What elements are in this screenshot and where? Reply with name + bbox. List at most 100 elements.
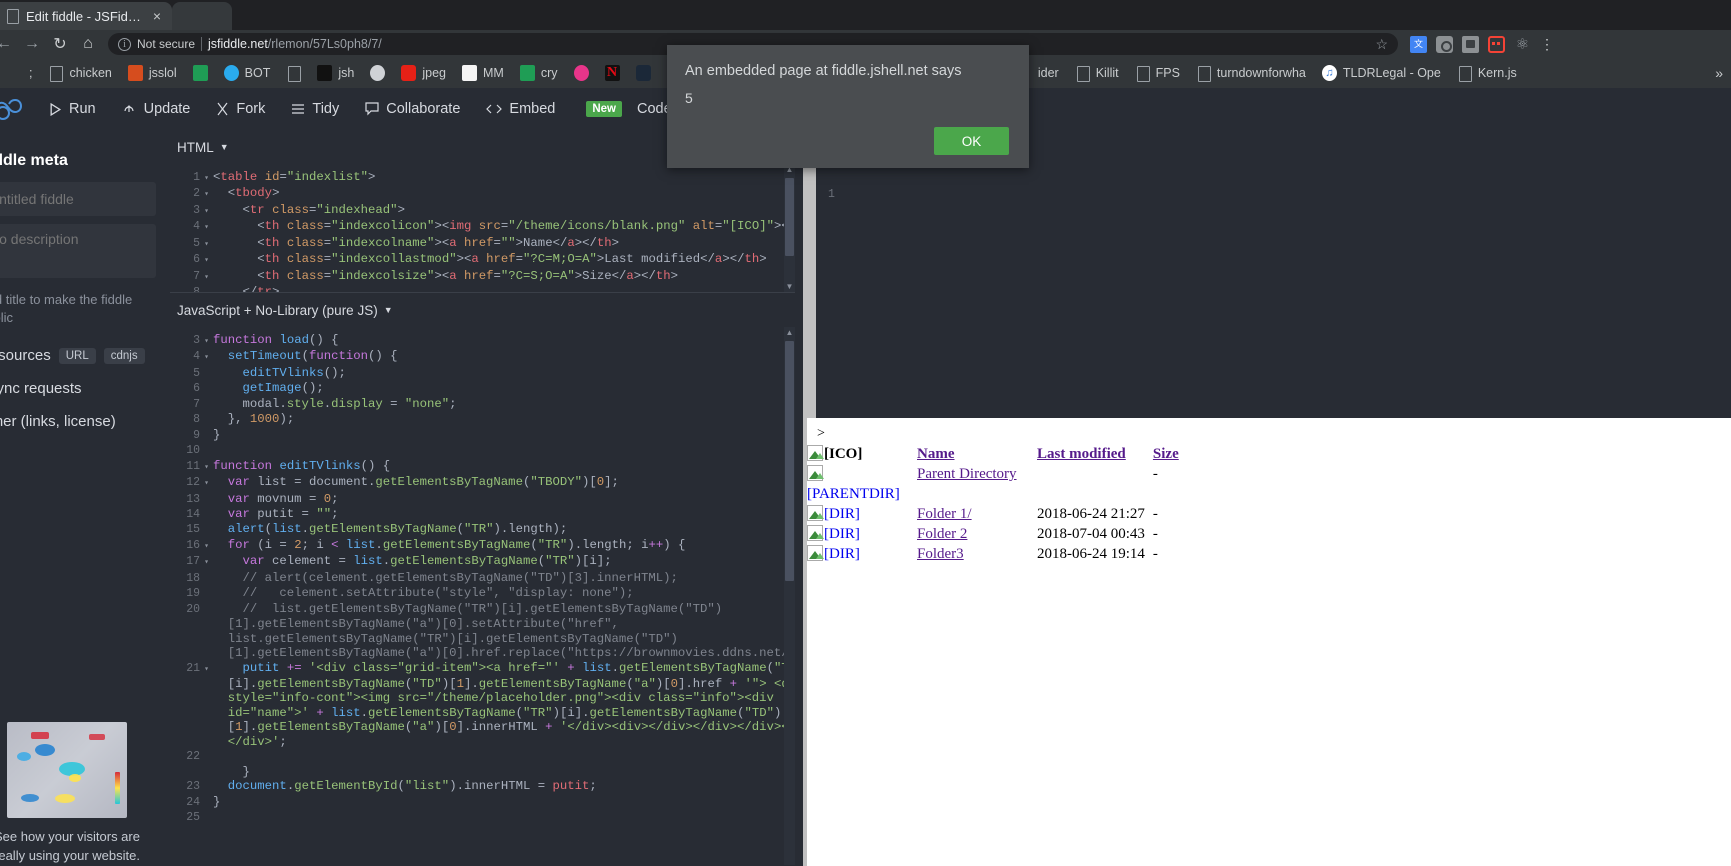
run-button[interactable]: Run — [36, 88, 109, 130]
result-iframe[interactable]: > [ICO] Name Last modified Size [PARENTDIR] P… — [807, 418, 1731, 866]
bookmark-item[interactable]: Killit — [1067, 62, 1127, 84]
fold-arrow-icon[interactable]: ▾ — [200, 221, 213, 235]
column-header-name[interactable]: Name — [917, 444, 1037, 464]
js-editor[interactable]: 3 ▾ function load() {4 ▾ setTimeout(functio… — [170, 327, 795, 865]
reload-icon[interactable]: ↻ — [46, 30, 74, 58]
new-tab-button[interactable] — [172, 2, 232, 30]
screenshot-icon[interactable] — [1462, 35, 1479, 53]
directory-link[interactable]: Parent Directory — [917, 466, 1017, 482]
code-token: + — [316, 705, 324, 720]
react-devtools-icon[interactable]: ⚛ — [1514, 36, 1531, 53]
scroll-down-icon[interactable]: ▼ — [784, 281, 795, 292]
bookmark-star-icon[interactable]: ☆ — [1375, 36, 1388, 53]
html-code[interactable]: 1 ▾ <table id="indexlist"> 2 ▾ <tbody> 3 ▾ <tr… — [170, 164, 795, 292]
ok-button[interactable]: OK — [934, 127, 1009, 155]
bookmark-item[interactable]: BOT — [216, 62, 279, 84]
bookmark-item[interactable]: ♫ TLDRLegal - Ope — [1314, 62, 1449, 84]
fold-arrow-icon[interactable]: ▾ — [200, 172, 213, 186]
column-header-last-modified[interactable]: Last modified — [1037, 444, 1153, 464]
bookmark-item[interactable] — [628, 62, 659, 84]
fiddle-title-input[interactable] — [0, 182, 156, 216]
directory-link[interactable]: Folder3 — [917, 546, 964, 562]
column-header-size[interactable]: Size — [1153, 444, 1187, 464]
bookmark-item[interactable]: MM — [454, 62, 512, 84]
info-icon[interactable]: i — [118, 37, 131, 51]
fold-arrow-icon[interactable]: ▾ — [200, 188, 213, 202]
bookmark-item[interactable]: chicken — [40, 62, 119, 84]
fold-arrow-icon[interactable]: ▾ — [200, 477, 213, 491]
js-scroll-thumb[interactable] — [785, 341, 794, 581]
bookmark-item[interactable] — [362, 62, 393, 84]
fold-arrow-icon[interactable]: ▾ — [200, 238, 213, 252]
fold-arrow-icon[interactable]: ▾ — [200, 335, 213, 349]
google-translate-icon[interactable] — [1410, 35, 1427, 53]
sidebar-item-resources[interactable]: Resources URL cdnjs — [0, 347, 156, 364]
fiddle-description-input[interactable] — [0, 224, 156, 278]
bookmark-item[interactable]: N — [597, 62, 628, 84]
bookmark-item[interactable]: Kern.js — [1449, 62, 1525, 84]
resource-pill-url[interactable]: URL — [58, 347, 96, 364]
browser-tab[interactable]: Edit fiddle - JSFiddle × — [0, 2, 172, 30]
forward-icon[interactable]: → — [18, 30, 46, 58]
bookmark-item[interactable]: ; — [0, 62, 40, 84]
back-icon[interactable]: ← — [0, 30, 18, 58]
chevron-down-icon[interactable]: ▼ — [220, 142, 229, 152]
column-sort-link[interactable]: Last modified — [1037, 446, 1126, 462]
embed-button[interactable]: Embed — [473, 88, 568, 130]
bookmark-item[interactable]: FPS — [1127, 62, 1188, 84]
browser-menu-icon[interactable]: ⋮ — [1540, 36, 1554, 53]
carbon-ad[interactable]: See how your visitors are really using y… — [0, 722, 155, 866]
url-text: jsfiddle.net/rlemon/57Ls0ph8/7/ — [208, 37, 382, 51]
close-icon[interactable]: × — [150, 7, 164, 25]
column-sort-link[interactable]: Name — [917, 446, 955, 462]
code-token: function — [213, 333, 273, 347]
sidebar-item-async[interactable]: Async requests — [0, 380, 156, 397]
code-token: + — [729, 676, 738, 691]
fold-arrow-icon[interactable]: ▾ — [200, 351, 213, 365]
tidy-button[interactable]: Tidy — [278, 88, 352, 130]
sidebar-item-other[interactable]: Other (links, license) — [0, 413, 156, 430]
fold-arrow-icon[interactable]: ▾ — [200, 663, 213, 677]
jsfiddle-logo[interactable] — [0, 88, 36, 130]
js-code[interactable]: 3 ▾ function load() {4 ▾ setTimeout(functio… — [170, 327, 795, 826]
fold-arrow-icon[interactable]: ▾ — [200, 556, 213, 570]
camera-icon[interactable] — [1436, 35, 1453, 53]
bookmark-item[interactable]: jpeg — [393, 62, 454, 84]
resource-pill-cdnjs[interactable]: cdnjs — [103, 347, 145, 364]
bookmark-item[interactable] — [566, 62, 597, 84]
bookmarks-overflow-icon[interactable]: » — [1715, 65, 1731, 81]
html-editor[interactable]: 1 ▾ <table id="indexlist"> 2 ▾ <tbody> 3 ▾ <tr… — [170, 164, 795, 292]
bookmark-item[interactable]: ider — [1030, 63, 1067, 83]
code-token: "a" — [412, 720, 435, 735]
bookmark-item[interactable]: turndownforwha — [1188, 62, 1314, 84]
scroll-up-icon[interactable]: ▲ — [784, 327, 795, 338]
home-icon[interactable]: ⌂ — [74, 30, 102, 58]
html-scroll-thumb[interactable] — [785, 178, 794, 256]
fold-arrow-icon[interactable]: ▾ — [200, 271, 213, 285]
fold-arrow-icon[interactable]: ▾ — [200, 461, 213, 475]
bookmark-item[interactable]: jsh — [309, 62, 362, 84]
fork-button[interactable]: Fork — [203, 88, 278, 130]
javascript-alert-dialog[interactable]: An embedded page at fiddle.jshell.net sa… — [667, 45, 1029, 168]
html-scrollbar[interactable]: ▲ ▼ — [784, 164, 795, 292]
js-scrollbar[interactable]: ▲ — [784, 327, 795, 865]
chevron-down-icon[interactable]: ▼ — [384, 305, 393, 315]
directory-link[interactable]: Folder 1/ — [917, 506, 972, 522]
collaborate-button[interactable]: Collaborate — [352, 88, 473, 130]
bookmark-item[interactable]: jsslol — [120, 62, 185, 84]
bookmark-label: jpeg — [422, 66, 446, 80]
js-panel-header[interactable]: JavaScript + No-Library (pure JS) ▼ — [170, 293, 795, 327]
bookmark-item[interactable]: cry — [512, 62, 566, 84]
bot-icon[interactable] — [1488, 35, 1505, 53]
bookmark-item[interactable] — [185, 62, 216, 84]
column-sort-link[interactable]: Size — [1153, 446, 1179, 462]
directory-link[interactable]: Folder 2 — [917, 526, 967, 542]
bookmark-item[interactable] — [278, 62, 309, 84]
update-button[interactable]: Update — [109, 88, 204, 130]
fold-arrow-icon[interactable]: ▾ — [200, 540, 213, 554]
fold-arrow-icon[interactable]: ▾ — [200, 254, 213, 268]
code-token: var — [227, 475, 250, 490]
fold-arrow-icon[interactable]: ▾ — [200, 205, 213, 219]
